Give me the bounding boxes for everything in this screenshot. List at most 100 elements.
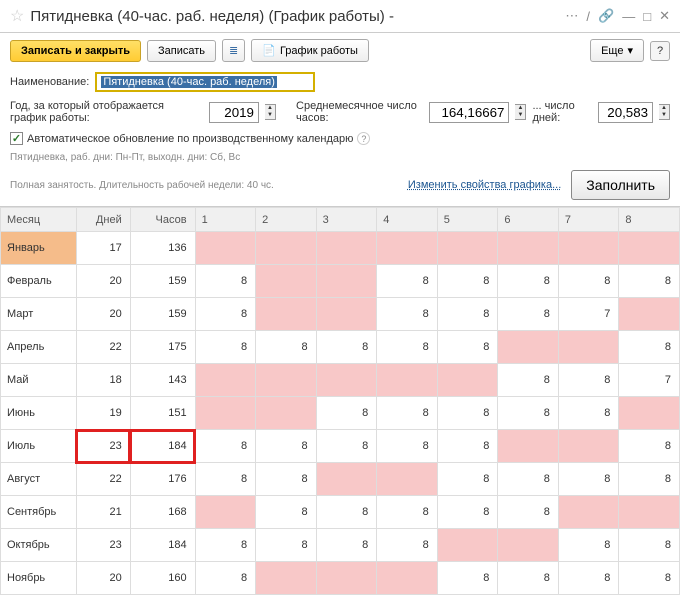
day-cell[interactable]: 8: [195, 265, 256, 298]
month-cell[interactable]: Июнь: [1, 397, 77, 430]
table-row[interactable]: Февраль20159888888: [1, 265, 680, 298]
day-cell[interactable]: [619, 397, 680, 430]
day-cell[interactable]: [377, 232, 438, 265]
day-cell[interactable]: 8: [437, 430, 498, 463]
day-cell[interactable]: [619, 496, 680, 529]
hours-cell[interactable]: 176: [130, 463, 195, 496]
day-cell[interactable]: 8: [619, 430, 680, 463]
avg-hours-input[interactable]: [429, 102, 509, 123]
day-cell[interactable]: [195, 364, 256, 397]
save-button[interactable]: Записать: [147, 40, 216, 62]
minimize-icon[interactable]: —: [622, 9, 635, 24]
hours-cell[interactable]: 175: [130, 331, 195, 364]
day-cell[interactable]: 8: [256, 463, 317, 496]
day-cell[interactable]: [437, 232, 498, 265]
day-cell[interactable]: 8: [437, 496, 498, 529]
day-cell[interactable]: 8: [619, 265, 680, 298]
hours-cell[interactable]: 159: [130, 265, 195, 298]
day-cell[interactable]: 8: [377, 430, 438, 463]
maximize-icon[interactable]: □: [643, 9, 651, 24]
list-icon-button[interactable]: ≣: [222, 39, 245, 62]
month-cell[interactable]: Октябрь: [1, 529, 77, 562]
hours-cell[interactable]: 136: [130, 232, 195, 265]
dots-icon[interactable]: ⋯: [565, 8, 578, 24]
day-cell[interactable]: 8: [437, 397, 498, 430]
col-days[interactable]: Дней: [76, 208, 130, 232]
day-cell[interactable]: 8: [619, 529, 680, 562]
day-cell[interactable]: 8: [498, 298, 559, 331]
day-cell[interactable]: 8: [316, 397, 377, 430]
day-cell[interactable]: 8: [498, 265, 559, 298]
close-icon[interactable]: ✕: [659, 8, 670, 24]
table-row[interactable]: Январь17136: [1, 232, 680, 265]
table-row[interactable]: Март2015988887: [1, 298, 680, 331]
day-cell[interactable]: 8: [377, 496, 438, 529]
day-cell[interactable]: 8: [558, 364, 619, 397]
day-cell[interactable]: 8: [195, 463, 256, 496]
favorite-star-icon[interactable]: ☆: [10, 6, 24, 26]
day-cell[interactable]: [316, 298, 377, 331]
day-cell[interactable]: 8: [619, 331, 680, 364]
save-close-button[interactable]: Записать и закрыть: [10, 40, 141, 62]
year-input[interactable]: [209, 102, 259, 123]
day-cell[interactable]: 8: [437, 331, 498, 364]
day-cell[interactable]: 8: [558, 265, 619, 298]
day-cell[interactable]: 8: [316, 496, 377, 529]
days-cell[interactable]: 20: [76, 265, 130, 298]
days-count-spinner[interactable]: ▲▼: [659, 104, 670, 120]
day-cell[interactable]: [377, 562, 438, 595]
day-cell[interactable]: 8: [498, 364, 559, 397]
day-cell[interactable]: 7: [558, 298, 619, 331]
day-cell[interactable]: [256, 364, 317, 397]
month-cell[interactable]: Апрель: [1, 331, 77, 364]
days-cell[interactable]: 20: [76, 562, 130, 595]
day-cell[interactable]: [498, 529, 559, 562]
avg-hours-spinner[interactable]: ▲▼: [515, 104, 526, 120]
hours-cell[interactable]: 168: [130, 496, 195, 529]
day-cell[interactable]: 8: [377, 529, 438, 562]
help-button[interactable]: ?: [650, 41, 670, 61]
col-d7[interactable]: 7: [558, 208, 619, 232]
day-cell[interactable]: 8: [195, 331, 256, 364]
day-cell[interactable]: 8: [195, 529, 256, 562]
day-cell[interactable]: 8: [256, 331, 317, 364]
col-d1[interactable]: 1: [195, 208, 256, 232]
month-cell[interactable]: Август: [1, 463, 77, 496]
day-cell[interactable]: 8: [498, 397, 559, 430]
days-cell[interactable]: 21: [76, 496, 130, 529]
day-cell[interactable]: [437, 529, 498, 562]
more-button[interactable]: Еще ▾: [590, 39, 644, 62]
month-cell[interactable]: Январь: [1, 232, 77, 265]
month-cell[interactable]: Февраль: [1, 265, 77, 298]
day-cell[interactable]: 8: [498, 463, 559, 496]
day-cell[interactable]: [498, 430, 559, 463]
days-cell[interactable]: 20: [76, 298, 130, 331]
day-cell[interactable]: 8: [316, 430, 377, 463]
table-row[interactable]: Июль23184888888: [1, 430, 680, 463]
year-spinner[interactable]: ▲▼: [265, 104, 276, 120]
table-row[interactable]: Октябрь23184888888: [1, 529, 680, 562]
day-cell[interactable]: 8: [558, 463, 619, 496]
month-cell[interactable]: Ноябрь: [1, 562, 77, 595]
day-cell[interactable]: 8: [437, 265, 498, 298]
day-cell[interactable]: [256, 397, 317, 430]
help-icon[interactable]: ?: [357, 132, 370, 145]
table-row[interactable]: Июнь1915188888: [1, 397, 680, 430]
day-cell[interactable]: 8: [437, 562, 498, 595]
day-cell[interactable]: 8: [437, 463, 498, 496]
hours-cell[interactable]: 184: [130, 430, 195, 463]
day-cell[interactable]: [437, 364, 498, 397]
day-cell[interactable]: [558, 331, 619, 364]
day-cell[interactable]: [498, 232, 559, 265]
day-cell[interactable]: 8: [619, 463, 680, 496]
days-cell[interactable]: 18: [76, 364, 130, 397]
day-cell[interactable]: 8: [256, 430, 317, 463]
day-cell[interactable]: [195, 397, 256, 430]
day-cell[interactable]: [316, 463, 377, 496]
day-cell[interactable]: [316, 265, 377, 298]
day-cell[interactable]: [498, 331, 559, 364]
days-cell[interactable]: 19: [76, 397, 130, 430]
change-props-link[interactable]: Изменить свойства графика...: [408, 179, 561, 191]
day-cell[interactable]: [558, 232, 619, 265]
days-cell[interactable]: 17: [76, 232, 130, 265]
